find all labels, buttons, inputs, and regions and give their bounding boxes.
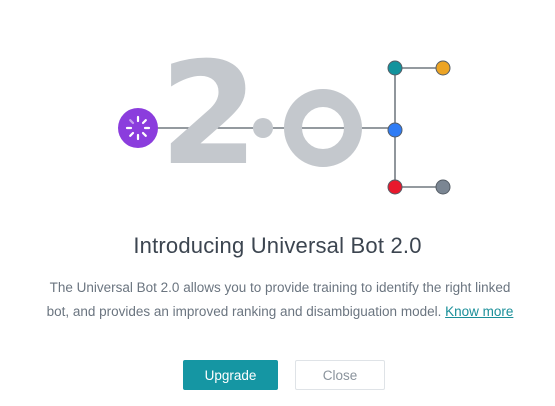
node-bottom-left bbox=[387, 179, 403, 195]
close-button[interactable]: Close bbox=[295, 360, 385, 390]
dialog-description: The Universal Bot 2.0 allows you to prov… bbox=[40, 276, 520, 324]
description-text: The Universal Bot 2.0 allows you to prov… bbox=[46, 280, 511, 319]
upgrade-button[interactable]: Upgrade bbox=[183, 360, 278, 390]
know-more-link[interactable]: Know more bbox=[445, 304, 513, 319]
node-top-left bbox=[387, 60, 403, 76]
version-digit-major: 2 bbox=[160, 32, 259, 197]
hero-illustration: 2 bbox=[118, 32, 451, 197]
bot-node bbox=[118, 108, 158, 148]
node-top-right bbox=[435, 60, 451, 76]
node-bottom-right bbox=[435, 179, 451, 195]
dialog-title: Introducing Universal Bot 2.0 bbox=[133, 233, 422, 258]
upgrade-dialog: 2 Introducing Universal Bot 2.0 The Univ… bbox=[0, 0, 555, 406]
node-center bbox=[387, 122, 403, 138]
version-dot bbox=[253, 118, 273, 138]
